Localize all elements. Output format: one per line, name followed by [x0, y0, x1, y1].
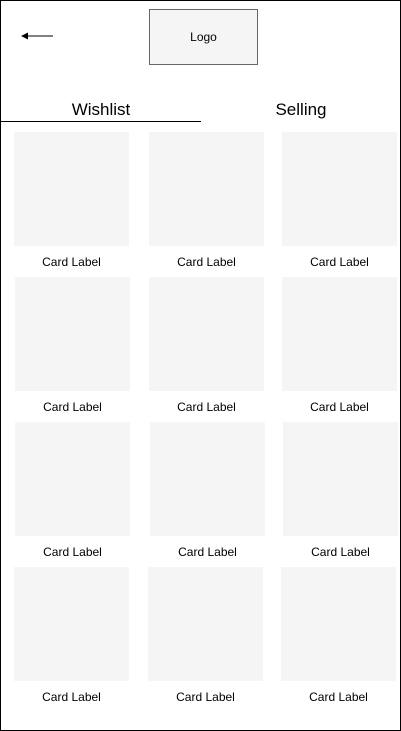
card-label: Card Label [177, 400, 236, 414]
card-image-placeholder [282, 277, 397, 391]
card-11[interactable]: Card Label [148, 567, 263, 704]
card-12[interactable]: Card Label [281, 567, 396, 704]
back-button[interactable] [20, 27, 54, 45]
card-label: Card Label [177, 255, 236, 269]
card-image-placeholder [150, 422, 265, 536]
card-image-placeholder [281, 567, 396, 681]
card-3[interactable]: Card Label [282, 132, 397, 269]
card-7[interactable]: Card Label [15, 422, 130, 559]
card-5[interactable]: Card Label [149, 277, 264, 414]
arrow-left-icon [21, 32, 53, 40]
card-label: Card Label [310, 255, 369, 269]
card-label: Card Label [178, 545, 237, 559]
card-image-placeholder [149, 277, 264, 391]
card-label: Card Label [43, 400, 102, 414]
card-label: Card Label [42, 255, 101, 269]
card-label: Card Label [311, 545, 370, 559]
card-image-placeholder [282, 132, 397, 246]
card-label: Card Label [43, 545, 102, 559]
card-image-placeholder [283, 422, 398, 536]
card-image-placeholder [14, 132, 129, 246]
card-8[interactable]: Card Label [150, 422, 265, 559]
card-9[interactable]: Card Label [283, 422, 398, 559]
card-label: Card Label [309, 690, 368, 704]
logo-text: Logo [190, 30, 217, 44]
tab-wishlist[interactable]: Wishlist [1, 100, 201, 122]
card-image-placeholder [149, 132, 264, 246]
tab-selling-label: Selling [275, 100, 327, 119]
app-screen: Logo Wishlist Selling Card Label Card La… [0, 0, 401, 731]
card-4[interactable]: Card Label [15, 277, 130, 414]
card-image-placeholder [14, 567, 129, 681]
card-6[interactable]: Card Label [282, 277, 397, 414]
card-image-placeholder [148, 567, 263, 681]
tab-selling[interactable]: Selling [201, 100, 401, 122]
tab-wishlist-label: Wishlist [71, 100, 131, 119]
card-image-placeholder [15, 277, 130, 391]
card-label: Card Label [310, 400, 369, 414]
card-2[interactable]: Card Label [149, 132, 264, 269]
logo: Logo [149, 9, 258, 65]
card-10[interactable]: Card Label [14, 567, 129, 704]
card-1[interactable]: Card Label [14, 132, 129, 269]
card-image-placeholder [15, 422, 130, 536]
card-label: Card Label [42, 690, 101, 704]
card-label: Card Label [176, 690, 235, 704]
